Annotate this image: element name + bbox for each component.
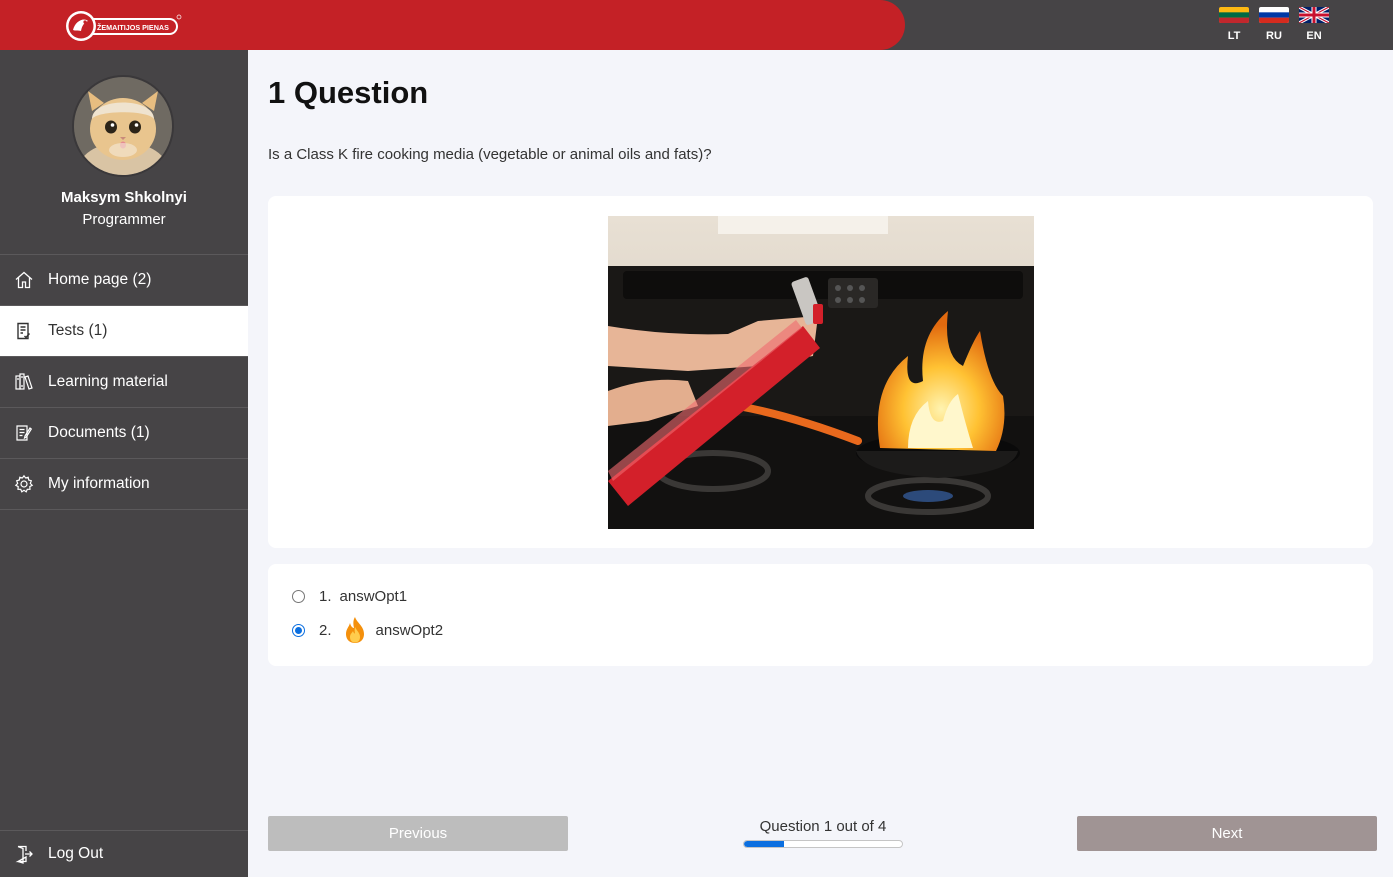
language-code: RU: [1266, 30, 1282, 42]
top-bar: ŽEMAITIJOS PIENAS LT RU EN: [0, 0, 1393, 50]
documents-icon: [0, 423, 48, 443]
logout-button[interactable]: Log Out: [0, 830, 248, 877]
language-en[interactable]: EN: [1298, 7, 1330, 42]
user-name: Maksym Shkolnyi: [61, 189, 187, 206]
brand-logo-text: ŽEMAITIJOS PIENAS: [97, 23, 169, 32]
sidebar-nav: Home page (2) Tests (1) Learning materia…: [0, 254, 248, 510]
logout-icon: [0, 844, 48, 864]
progress-label: Question 1 out of 4: [759, 818, 887, 835]
next-button[interactable]: Next: [1077, 816, 1377, 851]
russia-flag-icon: [1259, 7, 1289, 23]
language-code: EN: [1306, 30, 1322, 42]
language-code: LT: [1227, 30, 1241, 42]
answer-number: 1.: [319, 588, 332, 605]
sidebar-item-label: Learning material: [48, 373, 168, 390]
lithuania-flag-icon: [1219, 7, 1249, 23]
progress-bar-fill: [744, 841, 784, 847]
page-title: 1 Question: [268, 75, 429, 110]
progress-bar: [743, 840, 903, 848]
answers-card: 1. answOpt1 2. answOpt2: [268, 564, 1373, 666]
answer-number: 2.: [319, 621, 332, 639]
answer-label: answOpt1: [339, 588, 408, 605]
question-image-card: [268, 196, 1373, 548]
avatar[interactable]: [72, 75, 174, 177]
sidebar-item-my-information[interactable]: My information: [0, 459, 248, 510]
previous-button[interactable]: Previous: [268, 816, 568, 851]
answer-radio[interactable]: [292, 590, 305, 603]
sidebar-item-label: Home page (2): [48, 271, 152, 288]
sidebar: Maksym Shkolnyi Programmer Home page (2)…: [0, 50, 248, 877]
question-image: [608, 216, 1034, 529]
tests-icon: [0, 321, 48, 341]
sidebar-item-tests[interactable]: Tests (1): [0, 306, 248, 357]
answer-label: answOpt2: [375, 621, 444, 639]
sidebar-item-home[interactable]: Home page (2): [0, 255, 248, 306]
answer-option-1[interactable]: 1. answOpt1: [292, 588, 407, 605]
answer-option-2[interactable]: 2. answOpt2: [292, 616, 443, 644]
home-icon: [0, 270, 48, 290]
sidebar-item-label: My information: [48, 475, 150, 492]
cat-avatar-icon: [74, 77, 172, 175]
question-text: Is a Class K fire cooking media (vegetab…: [268, 146, 712, 163]
answer-radio[interactable]: [292, 623, 305, 637]
logout-label: Log Out: [48, 845, 104, 862]
sidebar-item-label: Documents (1): [48, 424, 150, 441]
brand-logo[interactable]: ŽEMAITIJOS PIENAS: [64, 9, 182, 43]
books-icon: [0, 372, 48, 392]
sidebar-item-documents[interactable]: Documents (1): [0, 408, 248, 459]
language-lt[interactable]: LT: [1218, 7, 1250, 42]
sidebar-item-label: Tests (1): [48, 322, 108, 339]
language-ru[interactable]: RU: [1258, 7, 1290, 42]
fire-icon: [345, 617, 364, 643]
user-role: Programmer: [82, 211, 166, 228]
sidebar-item-learning-material[interactable]: Learning material: [0, 357, 248, 408]
gear-icon: [0, 474, 48, 494]
uk-flag-icon: [1299, 7, 1329, 23]
